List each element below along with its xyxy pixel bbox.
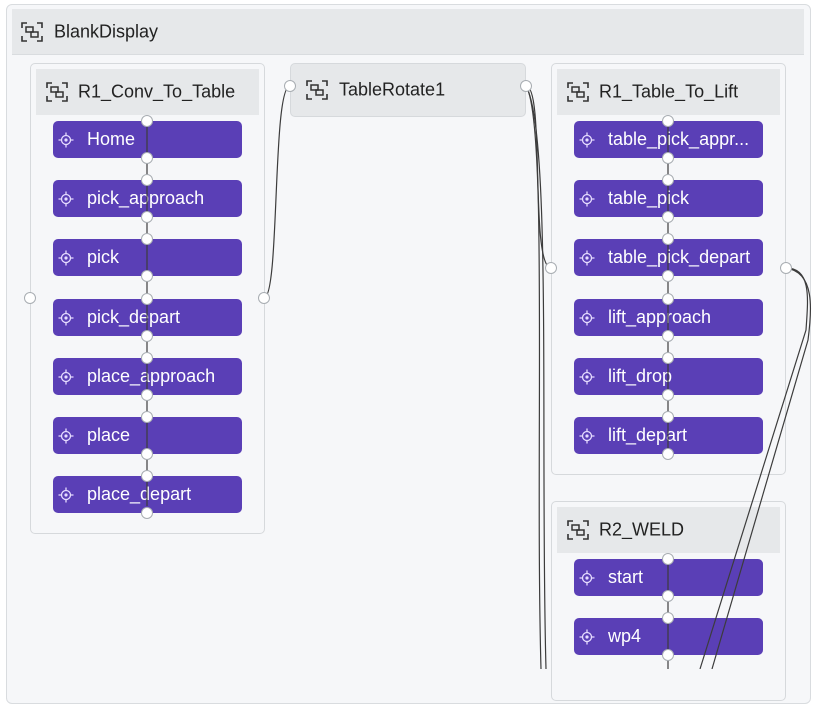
waypoint-in-port[interactable] [141,352,153,364]
waypoint-in-port[interactable] [662,553,674,565]
waypoint-in-port[interactable] [141,174,153,186]
rotate-in-port[interactable] [284,80,296,92]
waypoint-out-port[interactable] [662,448,674,460]
waypoint-in-port[interactable] [141,470,153,482]
connector-wire [525,85,542,669]
waypoint-out-port[interactable] [662,211,674,223]
waypoint-in-port[interactable] [662,115,674,127]
waypoint-out-port[interactable] [141,211,153,223]
waypoint-in-port[interactable] [662,411,674,423]
waypoint-out-port[interactable] [662,389,674,401]
conv-group-in-port[interactable] [24,292,36,304]
lift-group-out-port[interactable] [780,262,792,274]
waypoint-in-port[interactable] [141,411,153,423]
waypoint-in-port[interactable] [141,115,153,127]
waypoint-out-port[interactable] [141,152,153,164]
waypoint-out-port[interactable] [662,152,674,164]
conv-group-out-port[interactable] [258,292,270,304]
rotate-out-port[interactable] [520,80,532,92]
waypoint-in-port[interactable] [662,174,674,186]
connector-wire [711,267,812,669]
waypoint-in-port[interactable] [662,233,674,245]
connector-wire [525,85,547,669]
lift-group-in-port[interactable] [545,262,557,274]
connector-wire [263,85,291,299]
waypoint-out-port[interactable] [141,330,153,342]
waypoint-out-port[interactable] [662,270,674,282]
waypoint-in-port[interactable] [141,293,153,305]
waypoint-out-port[interactable] [662,590,674,602]
waypoint-out-port[interactable] [662,330,674,342]
waypoint-out-port[interactable] [141,270,153,282]
waypoint-in-port[interactable] [662,293,674,305]
waypoint-out-port[interactable] [662,649,674,661]
waypoint-in-port[interactable] [662,352,674,364]
connection-wires [146,85,812,669]
waypoint-in-port[interactable] [141,233,153,245]
waypoint-out-port[interactable] [141,389,153,401]
waypoint-in-port[interactable] [662,612,674,624]
waypoint-out-port[interactable] [141,448,153,460]
connector-wire [699,267,809,669]
waypoint-out-port[interactable] [141,507,153,519]
